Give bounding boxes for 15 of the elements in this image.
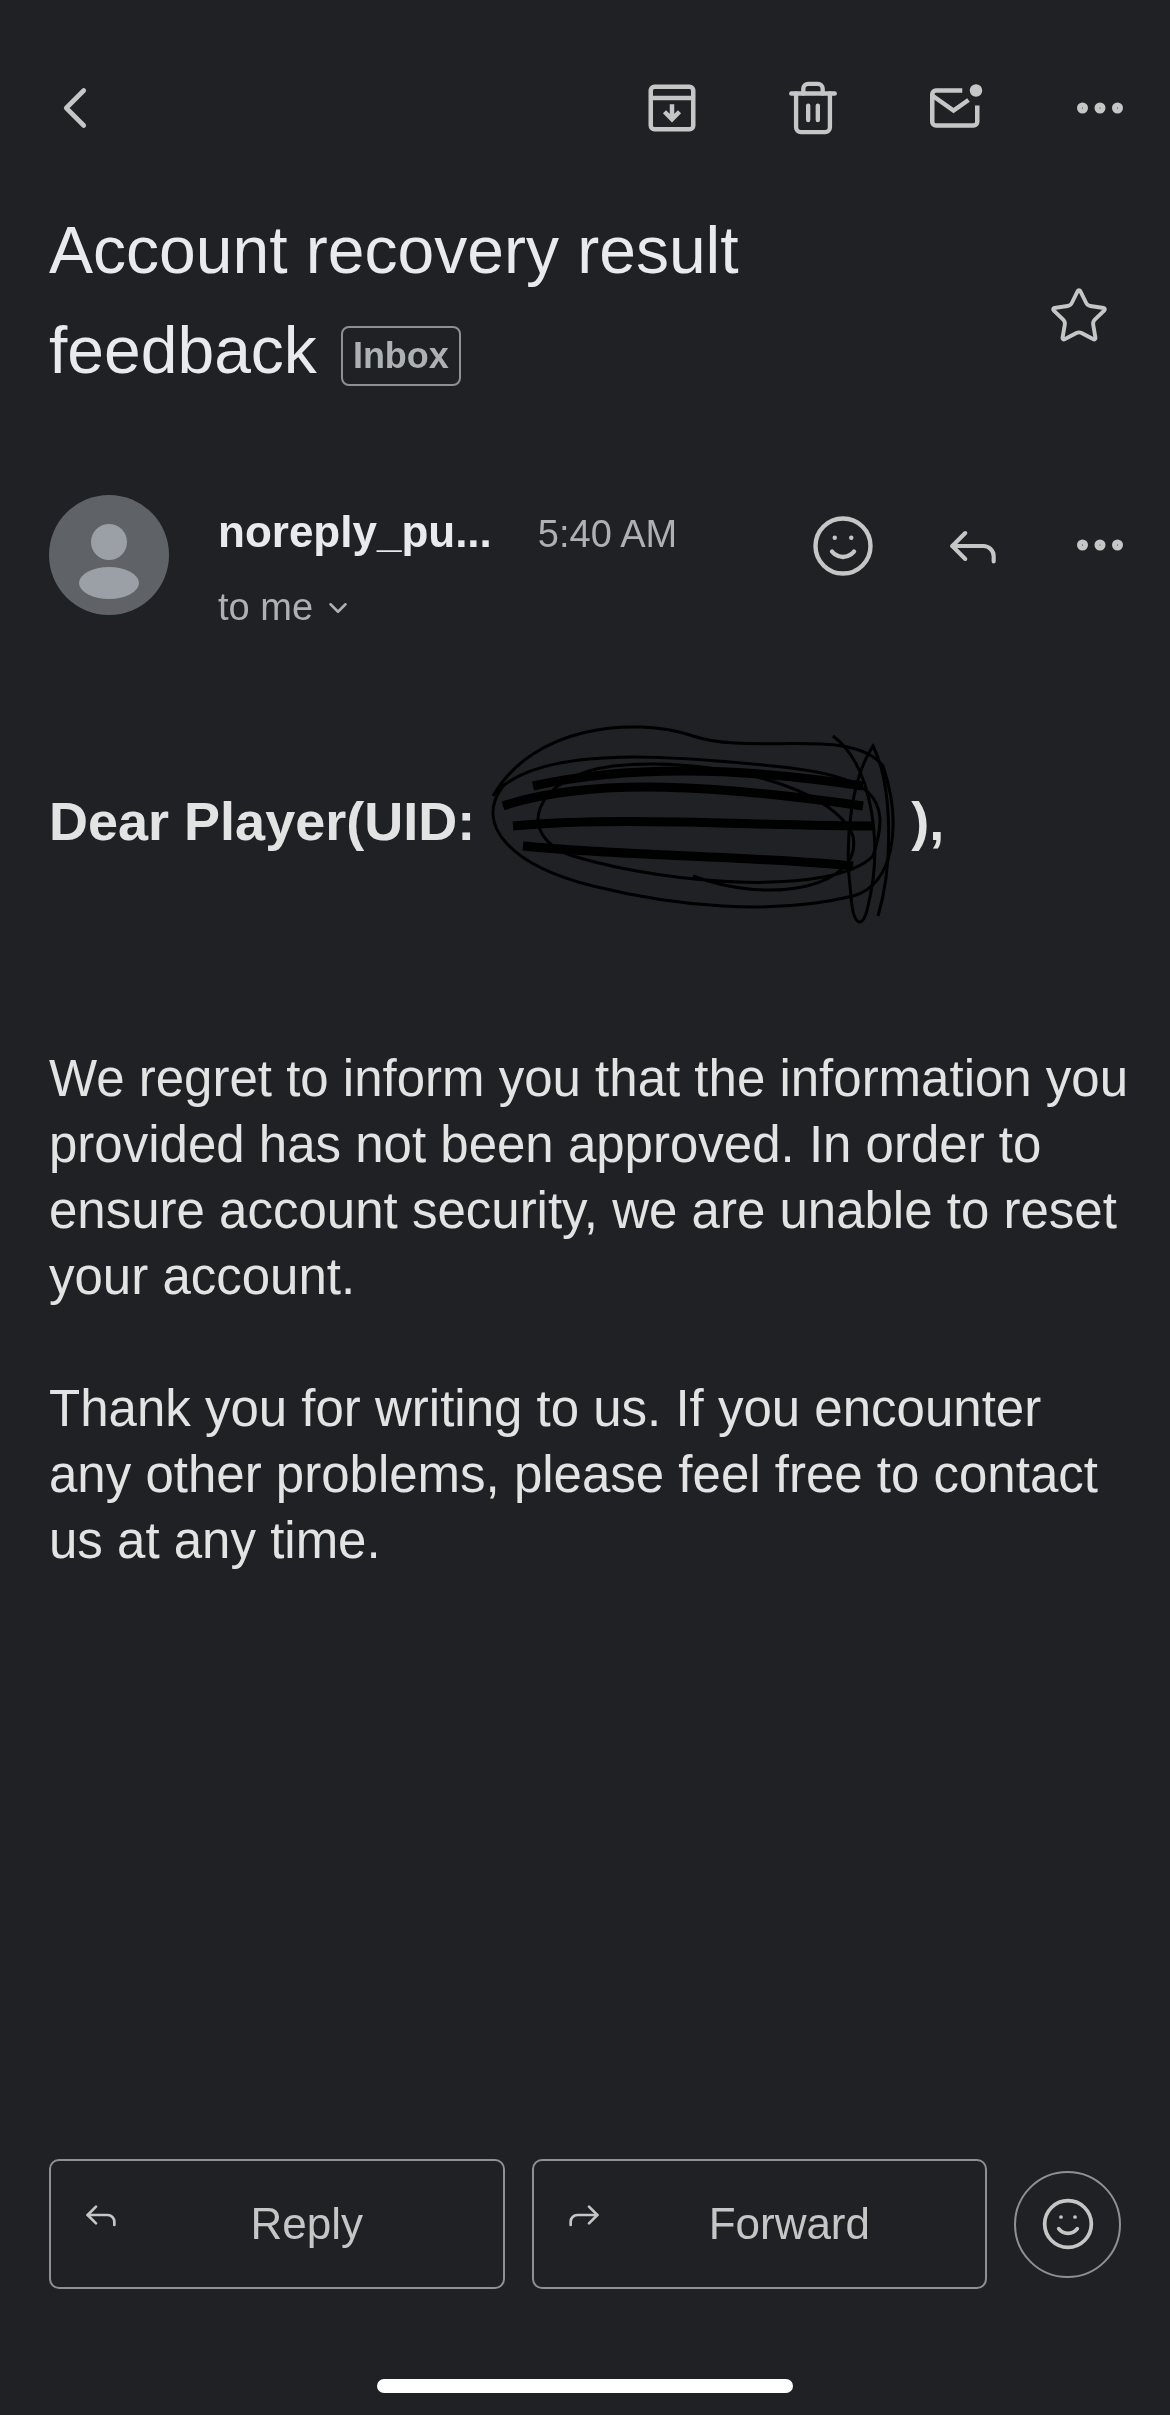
- message-paragraph: Thank you for writing to us. If you encounter any other problems, please feel free to contact us at any time.: [49, 1379, 1099, 1571]
- forward-button[interactable]: Forward: [531, 2159, 988, 2289]
- message-time: 5:40 AM: [537, 512, 678, 557]
- sender-name[interactable]: noreply_pu...: [218, 499, 492, 565]
- greeting-end: ),: [911, 789, 945, 853]
- avatar-icon: [49, 495, 169, 615]
- message-paragraph: We regret to inform you that the information you provided has not been approved. In order to ensure account security, we are unable to reset your account.: [49, 1049, 1130, 1307]
- email-subject: feedback: [49, 313, 317, 387]
- recipient-toggle[interactable]: to me: [218, 579, 678, 636]
- emoji-icon[interactable]: [810, 513, 876, 579]
- emoji-reaction-button[interactable]: [1014, 2170, 1121, 2278]
- reply-button[interactable]: Reply: [49, 2159, 505, 2289]
- email-subject: Account recovery result: [49, 212, 740, 289]
- greeting-start: Dear Player(UID:: [49, 789, 476, 853]
- inbox-label[interactable]: Inbox: [340, 325, 461, 386]
